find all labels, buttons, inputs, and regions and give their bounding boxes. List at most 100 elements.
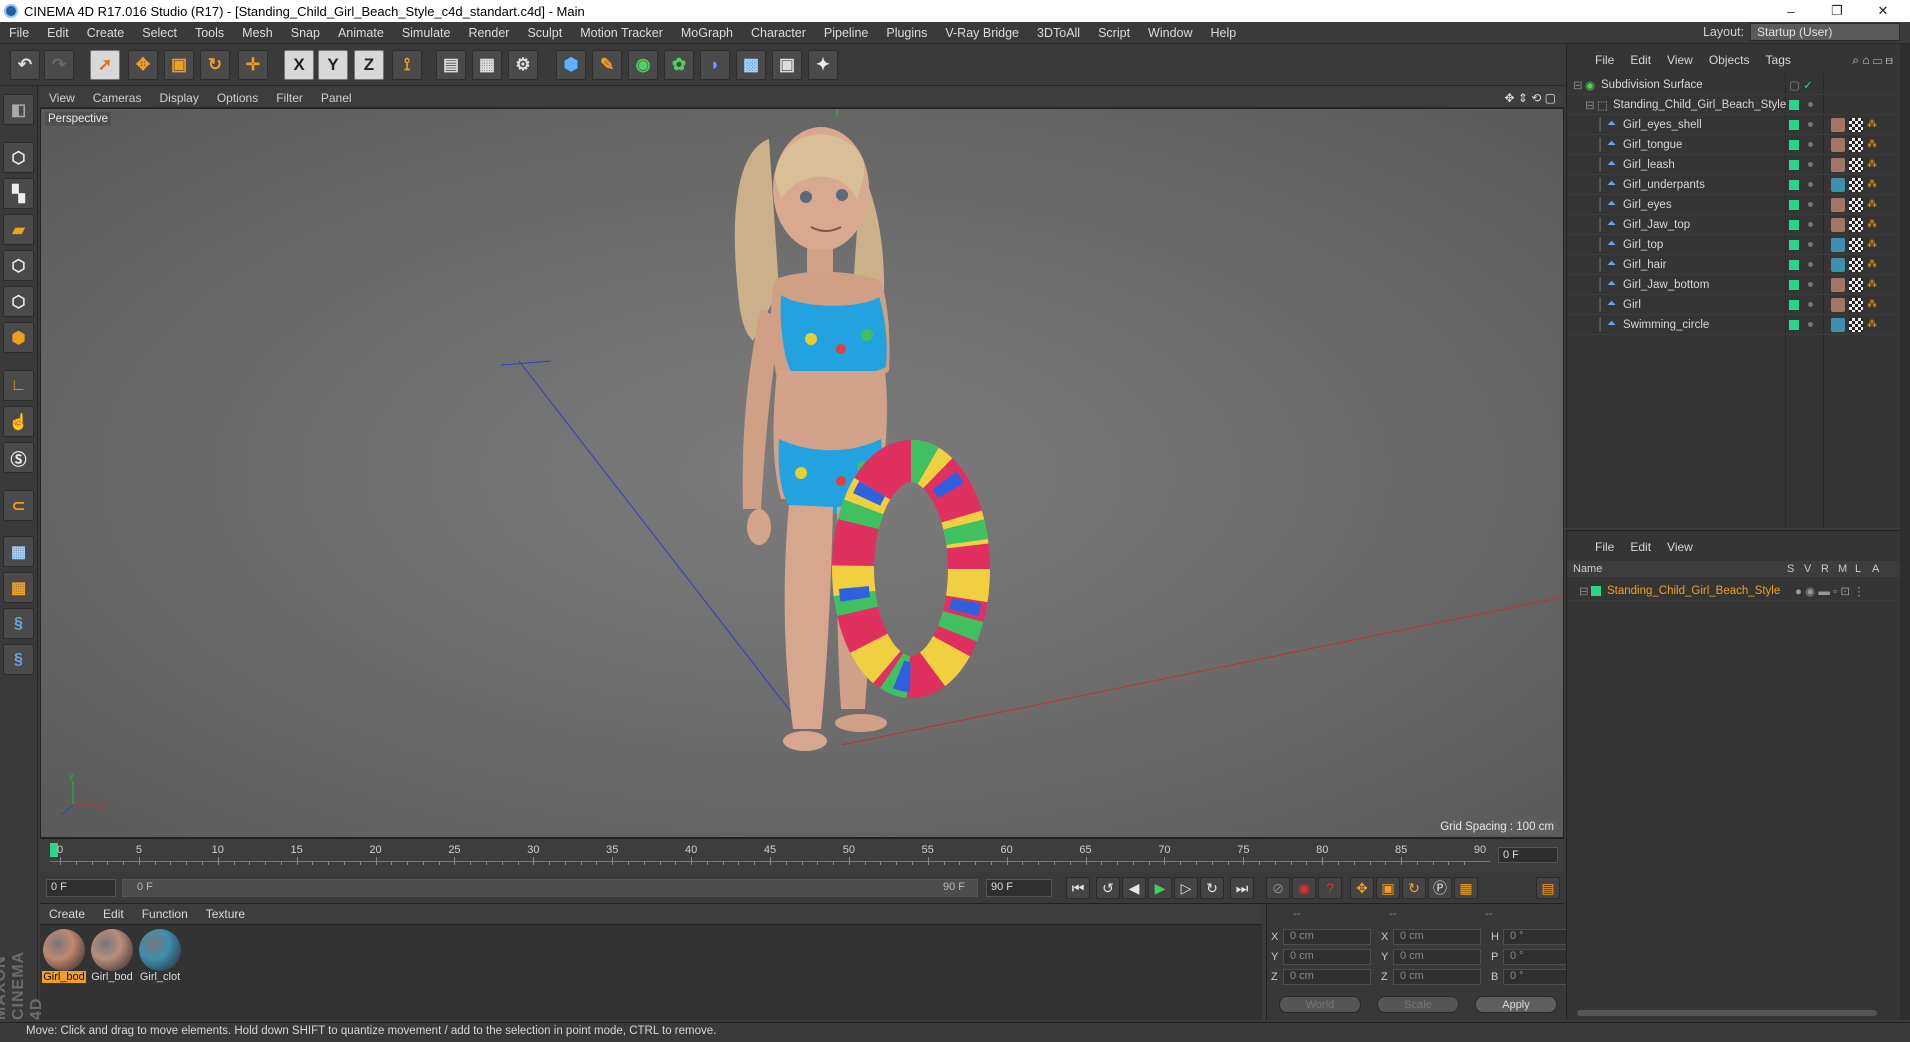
object-row-root[interactable]: ⊟ ◉ Subdivision Surface ▢ ✓ <box>1567 75 1901 95</box>
y-axis-lock-icon[interactable]: Y <box>318 50 348 80</box>
material-swatch[interactable]: Girl_clot <box>138 929 182 983</box>
live-selection-icon[interactable]: ➚ <box>90 50 120 80</box>
menu-file[interactable]: File <box>0 26 38 40</box>
object-row[interactable]: │ ⏶ Girl_Jaw_top ⁂ <box>1567 215 1901 235</box>
layer-toggles-icon[interactable]: ● ◉ ▬ ▫ ⊡ ⋮ <box>1795 584 1865 598</box>
om-menu-tags[interactable]: Tags <box>1758 53 1799 67</box>
om-menu-file[interactable]: File <box>1587 53 1622 67</box>
menu-create[interactable]: Create <box>78 26 134 40</box>
texture-tag-icon[interactable] <box>1849 158 1863 172</box>
current-frame-field[interactable]: 0 F <box>1498 847 1558 863</box>
move-icon[interactable]: ✥ <box>128 50 158 80</box>
material-tag-icon[interactable] <box>1831 278 1845 292</box>
viewport-menu-panel[interactable]: Panel <box>312 91 361 105</box>
material-tag-icon[interactable] <box>1831 118 1845 132</box>
texture-tag-icon[interactable] <box>1849 138 1863 152</box>
texture-mode-icon[interactable]: ▚ <box>3 178 34 209</box>
texture-tag-icon[interactable] <box>1849 278 1863 292</box>
size-y-field[interactable]: 0 cm <box>1393 949 1481 965</box>
play-icon[interactable]: ▶ <box>1148 877 1172 899</box>
magnet-icon[interactable]: ⊂ <box>3 490 34 521</box>
key-param-icon[interactable]: Ⓟ <box>1428 877 1452 899</box>
scale-dropdown[interactable]: Scale <box>1377 996 1459 1013</box>
viewport-menu-cameras[interactable]: Cameras <box>84 91 151 105</box>
material-swatch[interactable]: Girl_bod <box>90 929 134 983</box>
layer-row[interactable]: ⊟ Standing_Child_Girl_Beach_Style ● ◉ ▬ … <box>1567 581 1901 601</box>
apply-button[interactable]: Apply <box>1475 996 1557 1013</box>
material-tag-icon[interactable] <box>1831 198 1845 212</box>
menu-snap[interactable]: Snap <box>282 26 329 40</box>
material-menu-texture[interactable]: Texture <box>197 907 254 921</box>
frame-ruler[interactable]: 0 5 10 15 20 25 30 35 40 45 50 55 60 65 70 75 80 85 90 <box>50 841 1490 871</box>
menu-edit[interactable]: Edit <box>38 26 78 40</box>
selection-tag-icon[interactable]: ⁂ <box>1867 319 1877 330</box>
material-tag-icon[interactable] <box>1831 298 1845 312</box>
size-x-field[interactable]: 0 cm <box>1393 929 1481 945</box>
lm-menu-view[interactable]: View <box>1659 540 1701 554</box>
material-swatch[interactable]: Girl_bod <box>42 929 86 983</box>
selection-tag-icon[interactable]: ⁂ <box>1867 139 1877 150</box>
material-tag-icon[interactable] <box>1831 238 1845 252</box>
viewport-menu-options[interactable]: Options <box>208 91 267 105</box>
selection-tag-icon[interactable]: ⁂ <box>1867 179 1877 190</box>
texture-tag-icon[interactable] <box>1849 198 1863 212</box>
render-view-icon[interactable]: ▤ <box>436 50 466 80</box>
selection-tag-icon[interactable]: ⁂ <box>1867 299 1877 310</box>
object-row[interactable]: │ ⏶ Girl_Jaw_bottom ⁂ <box>1567 275 1901 295</box>
texture-tag-icon[interactable] <box>1849 178 1863 192</box>
material-menu-function[interactable]: Function <box>133 907 197 921</box>
python-icon[interactable]: § <box>3 608 34 639</box>
selection-tag-icon[interactable]: ⁂ <box>1867 119 1877 130</box>
object-row[interactable]: │ ⏶ Girl_top ⁂ <box>1567 235 1901 255</box>
next-key-icon[interactable]: ↻ <box>1200 877 1224 899</box>
object-row[interactable]: │ ⏶ Girl_hair ⁂ <box>1567 255 1901 275</box>
texture-tag-icon[interactable] <box>1849 258 1863 272</box>
material-menu-edit[interactable]: Edit <box>94 907 133 921</box>
range-slider[interactable]: 0 F 90 F <box>122 879 978 897</box>
workplane-icon[interactable]: ▰ <box>3 214 34 245</box>
material-tag-icon[interactable] <box>1831 138 1845 152</box>
menu-window[interactable]: Window <box>1139 26 1201 40</box>
subdivision-surface-icon[interactable]: ◉ <box>628 50 658 80</box>
z-axis-lock-icon[interactable]: Z <box>354 50 384 80</box>
coordinate-system-icon[interactable]: ⟟ <box>392 50 422 80</box>
polygons-mode-icon[interactable]: ⬢ <box>3 322 34 353</box>
snap-icon[interactable]: Ⓢ <box>3 442 34 473</box>
light-icon[interactable]: ✦ <box>808 50 838 80</box>
start-frame-field[interactable]: 0 F <box>46 879 116 897</box>
key-position-icon[interactable]: ✥ <box>1350 877 1374 899</box>
menu-select[interactable]: Select <box>133 26 186 40</box>
size-z-field[interactable]: 0 cm <box>1393 969 1481 985</box>
undo-icon[interactable]: ↶ <box>10 50 40 80</box>
menu-mograph[interactable]: MoGraph <box>672 26 742 40</box>
texture-tag-icon[interactable] <box>1849 298 1863 312</box>
material-menu-create[interactable]: Create <box>40 907 94 921</box>
render-picture-viewer-icon[interactable]: ▦ <box>472 50 502 80</box>
lm-menu-file[interactable]: File <box>1587 540 1622 554</box>
texture-tag-icon[interactable] <box>1849 238 1863 252</box>
edges-mode-icon[interactable]: ⬡ <box>3 286 34 317</box>
position-z-field[interactable]: 0 cm <box>1283 969 1371 985</box>
om-menu-objects[interactable]: Objects <box>1701 53 1758 67</box>
menu-script[interactable]: Script <box>1089 26 1139 40</box>
grid-snap-icon[interactable]: ▦ <box>3 572 34 603</box>
selection-tag-icon[interactable]: ⁂ <box>1867 159 1877 170</box>
texture-tag-icon[interactable] <box>1849 118 1863 132</box>
selection-tag-icon[interactable]: ⁂ <box>1867 239 1877 250</box>
om-search-icons[interactable]: ⌕ ⌂ ▭ ⊟ <box>1852 53 1893 68</box>
object-row[interactable]: │ ⏶ Girl_tongue ⁂ <box>1567 135 1901 155</box>
menu-render[interactable]: Render <box>459 26 518 40</box>
object-row[interactable]: │ ⏶ Swimming_circle ⁂ <box>1567 315 1901 335</box>
transform-icon[interactable]: ✛ <box>238 50 268 80</box>
object-row-group[interactable]: ⊟ ⬚ Standing_Child_Girl_Beach_Style <box>1567 95 1901 115</box>
points-mode-icon[interactable]: ⬡ <box>3 250 34 281</box>
end-frame-field[interactable]: 90 F <box>986 879 1052 897</box>
material-tag-icon[interactable] <box>1831 158 1845 172</box>
goto-start-icon[interactable]: ⏮ <box>1066 877 1090 899</box>
prev-frame-icon[interactable]: ◀ <box>1122 877 1146 899</box>
key-scale-icon[interactable]: ▣ <box>1376 877 1400 899</box>
selection-tag-icon[interactable]: ⁂ <box>1867 219 1877 230</box>
python-script-icon[interactable]: § <box>3 644 34 675</box>
selection-tag-icon[interactable]: ⁂ <box>1867 199 1877 210</box>
viewport-menu-view[interactable]: View <box>40 91 84 105</box>
